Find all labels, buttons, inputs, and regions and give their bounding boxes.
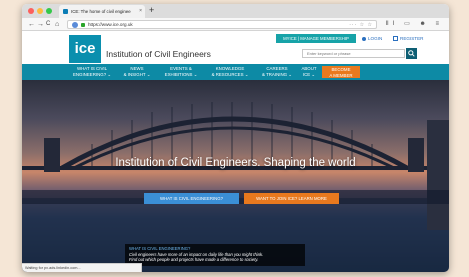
tab-title: ICE: The home of civil enginee <box>71 9 131 14</box>
nav-item-line2: & RESOURCES ⌄ <box>211 71 249 77</box>
nav-item-line2: EXHIBITIONS ⌄ <box>164 71 198 77</box>
new-tab-icon[interactable]: + <box>149 4 154 17</box>
minimize-window-button[interactable] <box>37 8 43 14</box>
status-bar: Waiting for px.ads.linkedin.com... <box>22 263 142 272</box>
join-ice-button[interactable]: WANT TO JOIN ICE? LEARN MORE <box>244 193 339 204</box>
site-info-icon[interactable] <box>72 22 78 28</box>
main-nav: WHAT IS CIVIL ENGINEERING? ⌄ NEWS & INSI… <box>22 64 449 80</box>
info-box[interactable]: WHAT IS CIVIL ENGINEERING? Civil enginee… <box>125 244 305 266</box>
register-link[interactable]: REGISTER <box>393 34 423 43</box>
nav-item-news[interactable]: NEWS & INSIGHT ⌄ <box>120 66 154 77</box>
home-icon[interactable]: ⌂ <box>55 18 59 31</box>
site-name[interactable]: Institution of Civil Engineers <box>106 49 211 59</box>
nav-item-line2: & TRAINING ⌄ <box>262 71 292 77</box>
page-actions-icon[interactable]: ··· ☆ ☆ <box>349 21 373 29</box>
nav-item-knowledge[interactable]: KNOWLEDGE & RESOURCES ⌄ <box>208 66 252 77</box>
nav-item-civil-engineering[interactable]: WHAT IS CIVIL ENGINEERING? ⌄ <box>70 66 114 77</box>
hero-banner: Institution of Civil Engineers. Shaping … <box>22 80 449 272</box>
lock-icon <box>81 23 85 27</box>
search-input[interactable] <box>302 49 405 58</box>
nav-item-events[interactable]: EVENTS & EXHIBITIONS ⌄ <box>161 66 201 77</box>
url-text[interactable]: https://www.ice.org.uk <box>88 21 133 29</box>
become-line2: A MEMBER <box>329 72 353 78</box>
browser-window: ICE: The home of civil enginee × + ← → C… <box>22 4 449 272</box>
login-link[interactable]: LOGIN <box>362 34 382 43</box>
search-button[interactable] <box>406 48 417 59</box>
manage-membership-button[interactable]: MYICE | MANAGE MEMBERSHIP <box>276 34 356 43</box>
forward-icon[interactable]: → <box>37 18 44 31</box>
address-toolbar: ← → C ⌂ https://www.ice.org.uk ··· ☆ ☆ Ⅱ… <box>22 18 449 31</box>
become-member-button[interactable]: BECOME A MEMBER <box>322 66 360 78</box>
nav-item-line1: ABOUT <box>301 66 317 71</box>
ice-logo[interactable]: ice <box>69 35 101 63</box>
url-bar[interactable]: https://www.ice.org.uk ··· ☆ ☆ <box>67 20 377 29</box>
hero-title: Institution of Civil Engineers. Shaping … <box>115 157 356 169</box>
nav-item-line2: ENGINEERING? ⌄ <box>72 71 112 77</box>
register-icon <box>393 36 398 42</box>
tab-close-icon[interactable]: × <box>139 5 142 18</box>
nav-item-line2: ICE ⌄ <box>302 71 316 77</box>
site-header: ice Institution of Civil Engineers MYICE… <box>22 31 449 64</box>
register-label: REGISTER <box>400 36 424 41</box>
search-icon <box>408 50 415 57</box>
nav-item-about[interactable]: ABOUT ICE ⌄ <box>299 66 319 77</box>
favicon-icon <box>63 9 68 14</box>
login-label: LOGIN <box>368 36 383 41</box>
browser-tab[interactable]: ICE: The home of civil enginee × <box>59 5 145 18</box>
nav-item-careers[interactable]: CAREERS & TRAINING ⌄ <box>258 66 296 77</box>
maximize-window-button[interactable] <box>46 8 52 14</box>
back-icon[interactable]: ← <box>28 18 35 31</box>
user-icon <box>362 36 366 41</box>
what-is-civil-engineering-button[interactable]: WHAT IS CIVIL ENGINEERING? <box>144 193 239 204</box>
toolbar-icons[interactable]: ⅡⅠ ▭ ☻ ≡ <box>386 18 443 31</box>
reload-icon[interactable]: C <box>46 18 50 31</box>
info-line: Find out which people and projects have … <box>129 257 259 263</box>
tab-bar: ICE: The home of civil enginee × + <box>22 4 449 18</box>
close-window-button[interactable] <box>28 8 34 14</box>
nav-item-line2: & INSIGHT ⌄ <box>123 71 151 77</box>
